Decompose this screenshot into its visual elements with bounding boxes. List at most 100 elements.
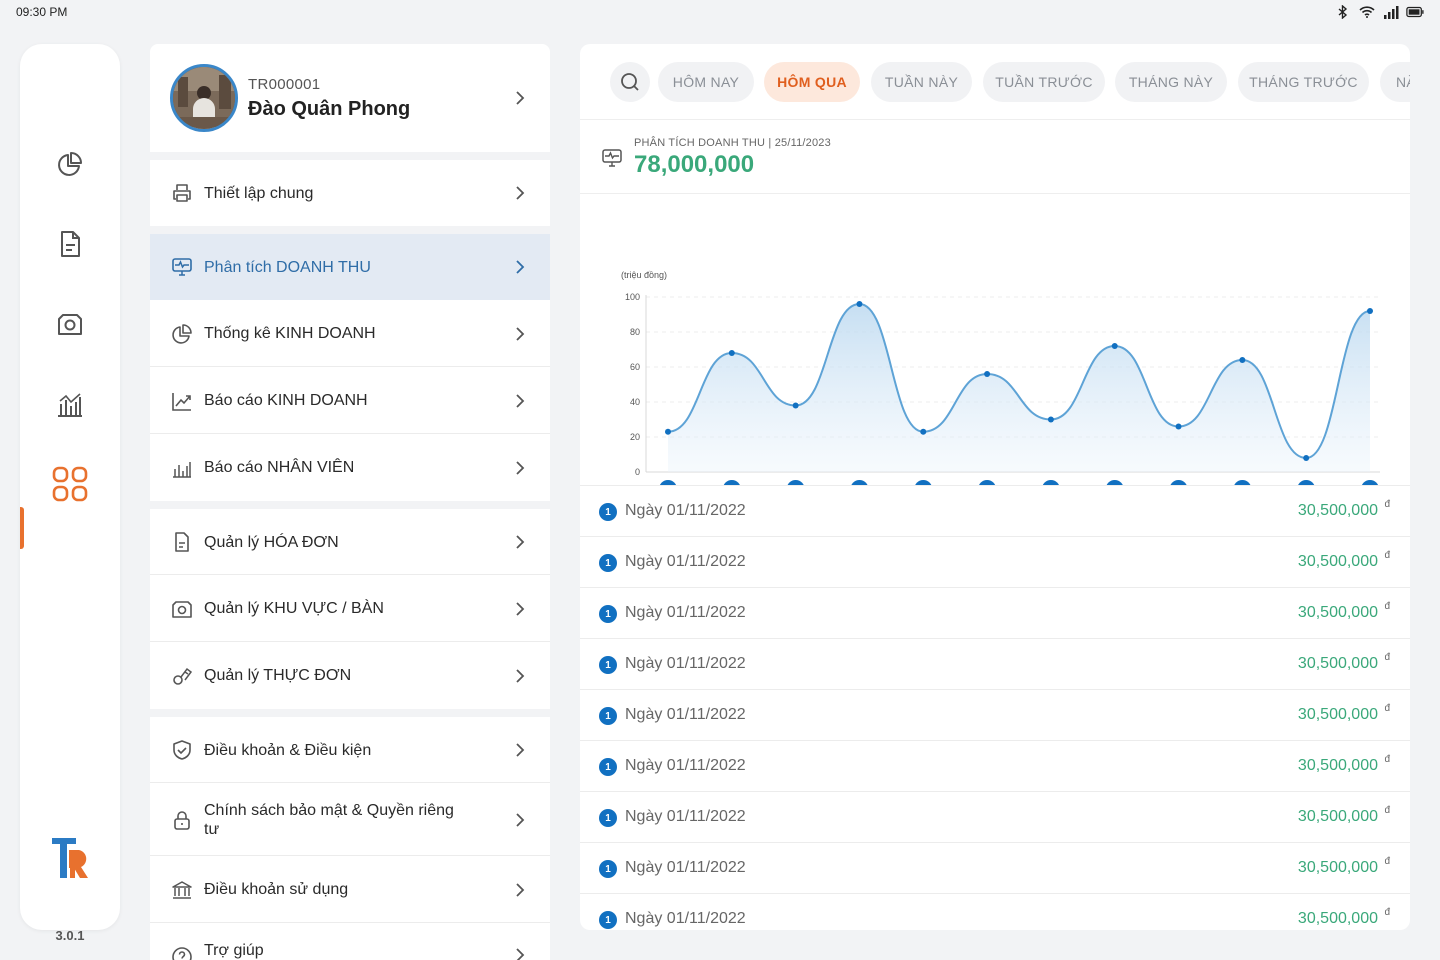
y-tick-label: 20	[630, 432, 640, 442]
bar-chart-icon	[58, 393, 82, 417]
menu-item-business-statistics[interactable]: Thống kê KINH DOANH	[150, 300, 550, 367]
list-item[interactable]: 1 Ngày 01/11/2022 30,500,000 đ	[580, 740, 1410, 791]
list-item-date: Ngày 01/11/2022	[625, 757, 746, 774]
data-point[interactable]	[1111, 343, 1118, 349]
currency-symbol: đ	[1384, 550, 1390, 561]
list-item-amount: 30,500,000	[1297, 655, 1378, 672]
data-point[interactable]	[728, 350, 735, 356]
data-point[interactable]	[1303, 455, 1310, 461]
index-badge: 1	[599, 503, 617, 521]
index-badge: 1	[599, 605, 617, 623]
camera-icon	[170, 597, 194, 621]
help-icon	[170, 945, 194, 960]
rail-invoice-button[interactable]	[20, 214, 120, 274]
list-item-amount: 30,500,000	[1297, 808, 1378, 825]
filter-last-month[interactable]: THÁNG TRƯỚC	[1238, 62, 1369, 102]
index-badge: 1	[599, 656, 617, 674]
menu-item-privacy-policy[interactable]: Chính sách bảo mật & Quyền riêng tư	[150, 783, 550, 856]
data-point[interactable]	[792, 402, 799, 409]
menu-item-terms-conditions[interactable]: Điều khoản & Điều kiện	[150, 717, 550, 783]
data-point[interactable]	[1175, 423, 1182, 430]
filter-this-week[interactable]: TUẦN NÀY	[871, 62, 972, 102]
list-item-date: Ngày 01/11/2022	[625, 808, 746, 825]
list-item[interactable]: 1 Ngày 01/11/2022 30,500,000 đ	[580, 638, 1410, 689]
search-button[interactable]	[610, 62, 650, 102]
menu-item-label: Phân tích DOANH THU	[204, 258, 371, 276]
list-item[interactable]: 1 Ngày 01/11/2022 30,500,000 đ	[580, 842, 1410, 893]
menu-food-icon	[170, 664, 194, 688]
menu-item-staff-report[interactable]: Báo cáo NHÂN VIÊN	[150, 434, 550, 501]
chevron-right-icon	[516, 948, 525, 960]
rail-statistics-button[interactable]	[20, 134, 120, 194]
list-item-date: Ngày 01/11/2022	[625, 910, 746, 927]
chevron-right-icon	[516, 460, 525, 475]
list-item[interactable]: 1 Ngày 01/11/2022 30,500,000 đ	[580, 689, 1410, 740]
filter-this-year[interactable]: NĂ	[1380, 62, 1410, 102]
index-badge: 1	[599, 758, 617, 776]
menu-item-help[interactable]: Trợ giúp	[150, 923, 550, 960]
y-tick-label: 100	[625, 292, 640, 302]
signal-icon	[1382, 4, 1400, 20]
list-item[interactable]: 1 Ngày 01/11/2022 30,500,000 đ	[580, 791, 1410, 842]
data-point[interactable]	[1239, 357, 1246, 363]
menu-item-revenue-analysis[interactable]: Phân tích DOANH THU	[150, 234, 550, 300]
status-icons	[1334, 4, 1424, 20]
search-icon	[621, 73, 639, 91]
currency-symbol: đ	[1384, 856, 1390, 867]
list-item-amount: 30,500,000	[1297, 604, 1378, 621]
profile-name: Đào Quân Phong	[248, 98, 411, 120]
list-item-date: Ngày 01/11/2022	[625, 859, 746, 876]
filter-yesterday[interactable]: HÔM QUA	[764, 62, 860, 102]
menu-item-terms-of-use[interactable]: Điều khoản sử dụng	[150, 856, 550, 923]
chevron-right-icon	[516, 91, 525, 105]
document-icon	[170, 530, 194, 554]
currency-symbol: đ	[1384, 907, 1390, 918]
rail-report-button[interactable]	[20, 374, 120, 434]
wifi-icon	[1358, 4, 1376, 20]
index-badge: 1	[599, 809, 617, 827]
currency-symbol: đ	[1384, 601, 1390, 612]
data-point[interactable]	[856, 301, 863, 307]
data-point[interactable]	[984, 371, 991, 377]
menu-item-label: Quản lý KHU VỰC / BÀN	[204, 600, 384, 617]
index-badge: 1	[599, 707, 617, 725]
avatar	[170, 64, 238, 132]
rail-apps-button[interactable]	[20, 454, 120, 514]
revenue-chart-svg: (triệu đồng) 020406080100 12345678910111…	[621, 270, 1380, 486]
list-item-amount: 30,500,000	[1297, 859, 1378, 876]
chevron-right-icon	[516, 882, 525, 897]
list-item-amount: 30,500,000	[1297, 757, 1378, 774]
menu-item-area-table-management[interactable]: Quản lý KHU VỰC / BÀN	[150, 575, 550, 642]
rail-area-button[interactable]	[20, 294, 120, 354]
status-bar: 09:30 PM	[0, 0, 1440, 24]
filter-last-week[interactable]: TUẦN TRƯỚC	[983, 62, 1105, 102]
revenue-summary: PHÂN TÍCH DOANH THU | 25/11/2023 78,000,…	[580, 121, 1410, 194]
filter-this-month[interactable]: THÁNG NÀY	[1115, 62, 1227, 102]
list-item[interactable]: 1 Ngày 01/11/2022 30,500,000 đ	[580, 536, 1410, 587]
menu-item-food-menu-management[interactable]: Quản lý THỰC ĐƠN	[150, 642, 550, 709]
side-rail: 3.0.1	[20, 44, 120, 943]
menu-item-invoice-management[interactable]: Quản lý HÓA ĐƠN	[150, 509, 550, 575]
summary-value: 78,000,000	[634, 151, 755, 178]
data-point[interactable]	[665, 428, 671, 435]
lock-icon	[170, 808, 194, 832]
menu-item-general-settings[interactable]: Thiết lập chung	[150, 160, 550, 226]
list-item-amount: 30,500,000	[1297, 706, 1378, 723]
list-item-date: Ngày 01/11/2022	[625, 655, 746, 672]
data-point[interactable]	[1367, 308, 1373, 314]
profile-code: TR000001	[248, 76, 321, 93]
menu-item-business-report[interactable]: Báo cáo KINH DOANH	[150, 367, 550, 434]
app-logo	[52, 838, 88, 878]
currency-symbol: đ	[1384, 652, 1390, 663]
list-item[interactable]: 1 Ngày 01/11/2022 30,500,000 đ	[580, 485, 1410, 536]
list-item[interactable]: 1 Ngày 01/11/2022 30,500,000 đ	[580, 587, 1410, 638]
list-item[interactable]: 1 Ngày 01/11/2022 30,500,000 đ	[580, 893, 1410, 930]
summary-title: PHÂN TÍCH DOANH THU | 25/11/2023	[634, 137, 831, 149]
data-point[interactable]	[920, 428, 927, 435]
data-point[interactable]	[1047, 416, 1054, 423]
monitor-pulse-icon	[170, 255, 194, 279]
profile-card[interactable]: TR000001 Đào Quân Phong	[150, 44, 550, 152]
list-item-amount: 30,500,000	[1297, 553, 1378, 570]
filter-today[interactable]: HÔM NAY	[658, 62, 754, 102]
date-filter-bar: HÔM NAY HÔM QUA TUẦN NÀY TUẦN TRƯỚC THÁN…	[580, 44, 1410, 120]
